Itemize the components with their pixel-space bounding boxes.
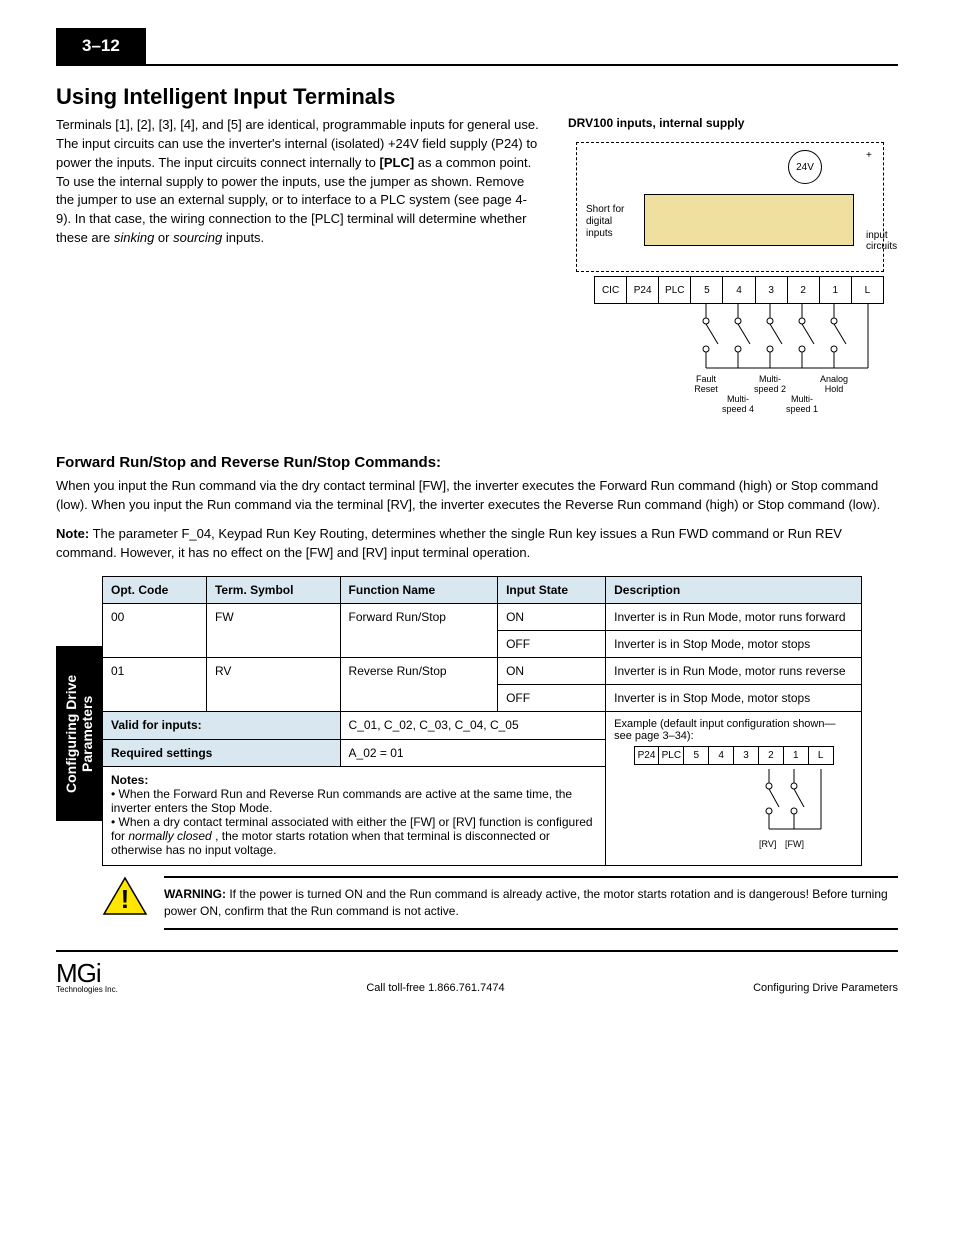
mini-terminal: 1 (784, 747, 809, 764)
short-digital-label: Short for digital inputs (586, 204, 638, 240)
table-header-row: Opt. Code Term. Symbol Function Name Inp… (103, 577, 862, 604)
note-label: Note: (56, 526, 89, 541)
switch-label: Analog Hold (814, 374, 854, 394)
notes-title: Notes: (111, 773, 148, 787)
page-tab: 3–12 (56, 28, 146, 64)
terminal-cell: 3 (756, 277, 788, 303)
figure-wiring: DRV100 inputs, internal supply 24V + Sho… (568, 116, 898, 436)
runstop-note: Note: The parameter F_04, Keypad Run Key… (56, 525, 898, 563)
footer-rule (56, 950, 898, 952)
col-description: Description (606, 577, 862, 604)
terminal-strip: CIC P24 PLC 5 4 3 2 1 L (594, 276, 884, 304)
options-table: Opt. Code Term. Symbol Function Name Inp… (102, 576, 862, 866)
mini-terminal: 5 (684, 747, 709, 764)
cell-desc: Inverter is in Stop Mode, motor stops (606, 631, 862, 658)
col-input-state: Input State (498, 577, 606, 604)
valid-inputs-label: Valid for inputs: (103, 712, 341, 740)
mini-terminal: 4 (709, 747, 734, 764)
cell-term-symbol: FW (206, 604, 340, 658)
intro-text-f: inputs. (226, 230, 264, 245)
intro-text-d: or (158, 230, 173, 245)
valid-inputs-value: C_01, C_02, C_03, C_04, C_05 (340, 712, 606, 740)
cell-state: ON (498, 604, 606, 631)
mini-terminal: PLC (659, 747, 684, 764)
mini-sw-label: [RV] (759, 839, 776, 849)
cell-state: OFF (498, 631, 606, 658)
logo-main: MGi (56, 958, 101, 988)
mini-switch-diagram: [RV] [FW] (614, 769, 853, 859)
intro-paragraph: Terminals [1], [2], [3], [4], and [5] ar… (56, 116, 540, 436)
cell-function: Forward Run/Stop (340, 604, 498, 658)
cell-state: OFF (498, 685, 606, 712)
svg-text:!: ! (121, 884, 130, 914)
warning-text: WARNING: If the power is turned ON and t… (164, 876, 898, 930)
terminal-cell: L (852, 277, 883, 303)
col-function-name: Function Name (340, 577, 498, 604)
cell-state: ON (498, 658, 606, 685)
terminal-cell: 2 (788, 277, 820, 303)
plus-label: + (866, 150, 872, 161)
figure-caption: DRV100 inputs, internal supply (568, 116, 898, 130)
switch-label: Fault Reset (686, 374, 726, 394)
mini-sw-label: [FW] (785, 839, 804, 849)
table-row: 01 RV Reverse Run/Stop ON Inverter is in… (103, 658, 862, 685)
terminal-cell: P24 (627, 277, 659, 303)
switch-label: Multi-speed 4 (718, 394, 758, 414)
mini-terminal: L (809, 747, 833, 764)
input-circuits-block (644, 194, 854, 246)
switch-label: Multi-speed 1 (782, 394, 822, 414)
intro-sourcing: sourcing (173, 230, 222, 245)
sd-text: Short for digital inputs (586, 204, 624, 239)
supply-circle: 24V (788, 150, 822, 184)
required-settings-value: A_02 = 01 (340, 739, 606, 767)
cell-desc: Inverter is in Run Mode, motor runs forw… (606, 604, 862, 631)
runstop-paragraph: When you input the Run command via the d… (56, 477, 898, 515)
input-circuits-label: input circuits (866, 230, 898, 252)
side-tab: Configuring Drive Parameters (56, 646, 102, 821)
col-opt-code: Opt. Code (103, 577, 207, 604)
header-rule (56, 64, 898, 66)
warning-body: If the power is turned ON and the Run co… (164, 887, 888, 918)
mini-terminal-strip: P24 PLC 5 4 3 2 1 L (634, 746, 834, 765)
table-note1: When the Forward Run and Reverse Run com… (111, 787, 572, 815)
mini-terminal: P24 (635, 747, 660, 764)
terminal-cell: CIC (595, 277, 627, 303)
col-term-symbol: Term. Symbol (206, 577, 340, 604)
mini-terminal: 2 (759, 747, 784, 764)
intro-sinking: sinking (114, 230, 154, 245)
footer-center: Call toll-free 1.866.761.7474 (366, 982, 504, 994)
table-note2-italic: normally closed (128, 829, 211, 843)
terminal-cell: 1 (820, 277, 852, 303)
notes-cell: Notes: • When the Forward Run and Revers… (103, 767, 606, 866)
terminal-cell: 5 (691, 277, 723, 303)
cell-function: Reverse Run/Stop (340, 658, 498, 712)
switch-label: Multi-speed 2 (750, 374, 790, 394)
logo-sub: Technologies Inc. (56, 985, 118, 994)
cell-term-symbol: RV (206, 658, 340, 712)
example-cell: Example (default input configuration sho… (606, 712, 862, 866)
table-row: 00 FW Forward Run/Stop ON Inverter is in… (103, 604, 862, 631)
cell-opt-code: 00 (103, 604, 207, 658)
example-label: Example (default input configuration sho… (614, 718, 835, 742)
warning-label: WARNING: (164, 887, 226, 901)
cell-opt-code: 01 (103, 658, 207, 712)
cell-desc: Inverter is in Run Mode, motor runs reve… (606, 658, 862, 685)
mini-terminal: 3 (734, 747, 759, 764)
intro-plc-bold: [PLC] (380, 155, 415, 170)
cell-desc: Inverter is in Stop Mode, motor stops (606, 685, 862, 712)
terminal-cell: 4 (723, 277, 755, 303)
terminal-cell: PLC (659, 277, 691, 303)
table-row: Valid for inputs: C_01, C_02, C_03, C_04… (103, 712, 862, 740)
section-title: Using Intelligent Input Terminals (56, 84, 898, 110)
footer-right: Configuring Drive Parameters (753, 982, 898, 994)
runstop-heading: Forward Run/Stop and Reverse Run/Stop Co… (56, 454, 898, 471)
note-text: The parameter F_04, Keypad Run Key Routi… (56, 526, 842, 560)
warning-icon: ! (102, 876, 148, 916)
company-logo: MGi Technologies Inc. (56, 958, 118, 994)
required-settings-label: Required settings (103, 739, 341, 767)
switch-diagram: Fault Reset Multi-speed 4 Multi-speed 2 … (594, 304, 884, 394)
